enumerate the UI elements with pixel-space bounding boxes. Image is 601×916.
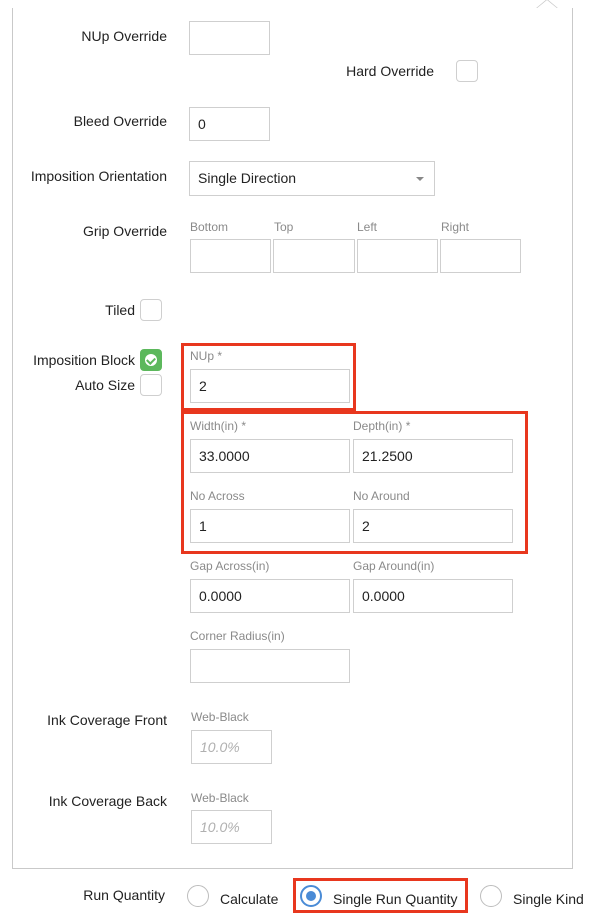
single-kind-radio-label[interactable]: Single Kind [513,891,584,907]
ink-back-web-black-label: Web-Black [191,791,249,805]
grip-bottom-input[interactable] [190,239,271,273]
imposition-block-label: Imposition Block [33,352,135,368]
grip-bottom-label: Bottom [190,220,229,234]
grip-right-label: Right [441,220,470,234]
gap-around-input[interactable]: 0.0000 [353,579,513,613]
check-icon [145,354,157,366]
ink-coverage-front-label: Ink Coverage Front [47,712,167,728]
grip-top-input[interactable] [273,239,355,273]
depth-input[interactable]: 21.2500 [353,439,513,473]
imposition-orientation-select[interactable]: Single Direction [189,161,435,196]
hard-override-label: Hard Override [346,63,434,79]
corner-radius-label: Corner Radius(in) [190,629,285,643]
nup-override-label: NUp Override [81,28,167,44]
grip-right-input[interactable] [440,239,521,273]
grip-override-label: Grip Override [82,223,167,239]
bleed-override-input[interactable]: 0 [189,107,270,141]
grip-left-label: Left [357,220,378,234]
corner-radius-input[interactable] [190,649,350,683]
width-label: Width(in) * [190,419,247,433]
bleed-override-label: Bleed Override [73,113,167,129]
imposition-orientation-label: Imposition Orientation [30,168,167,184]
nup-input[interactable]: 2 [190,369,350,403]
no-across-input[interactable]: 1 [190,509,350,543]
calculate-radio[interactable] [187,885,209,907]
gap-around-label: Gap Around(in) [353,559,435,573]
nup-label: NUp * [190,349,223,363]
grip-top-label: Top [274,220,294,234]
grip-left-input[interactable] [357,239,438,273]
gap-across-input[interactable]: 0.0000 [190,579,350,613]
chevron-down-icon [416,177,424,181]
no-across-label: No Across [190,489,245,503]
ink-back-input[interactable]: 10.0% [191,810,272,844]
imposition-block-checkbox[interactable] [140,349,162,371]
width-input[interactable]: 33.0000 [190,439,350,473]
imposition-orientation-value: Single Direction [198,170,297,186]
no-around-label: No Around [353,489,410,503]
radio-selected-dot [306,891,316,901]
single-run-quantity-radio[interactable] [300,885,322,907]
nup-override-input[interactable] [189,21,270,55]
ink-front-input[interactable]: 10.0% [191,730,272,764]
single-kind-radio[interactable] [480,885,502,907]
gap-across-label: Gap Across(in) [190,559,270,573]
no-around-input[interactable]: 2 [353,509,513,543]
calculate-radio-label[interactable]: Calculate [220,891,278,907]
run-quantity-label: Run Quantity [83,887,165,903]
depth-label: Depth(in) * [353,419,411,433]
auto-size-label: Auto Size [75,377,135,393]
auto-size-checkbox[interactable] [140,374,162,396]
tiled-label: Tiled [105,302,135,318]
hard-override-checkbox[interactable] [456,60,478,82]
tiled-checkbox[interactable] [140,299,162,321]
single-run-quantity-radio-label[interactable]: Single Run Quantity [333,891,458,907]
ink-front-web-black-label: Web-Black [191,710,249,724]
ink-coverage-back-label: Ink Coverage Back [48,793,167,809]
